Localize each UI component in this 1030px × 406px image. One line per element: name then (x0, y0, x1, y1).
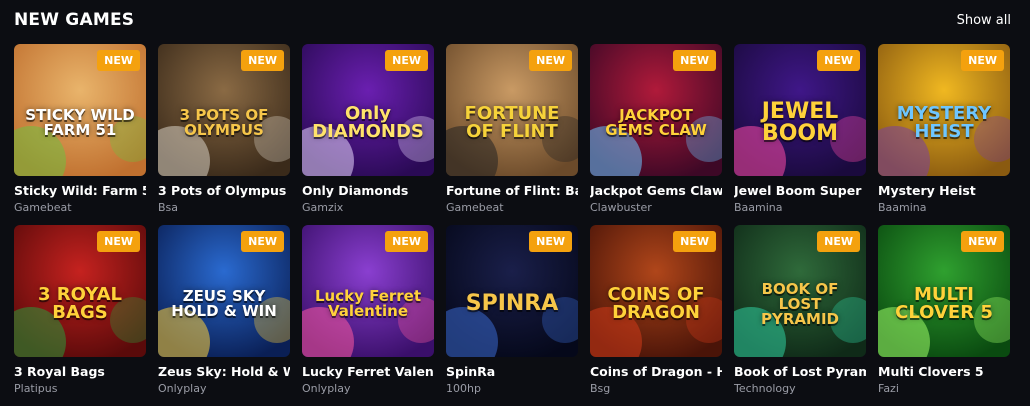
game-card[interactable]: Lucky Ferret Valentine NEW Lucky Ferret Va… (302, 225, 434, 406)
new-badge: NEW (97, 231, 140, 252)
artwork-title: MYSTERY HEIST (896, 103, 992, 142)
artwork-title: STICKY WILD FARM 51 (25, 106, 135, 139)
game-provider: Gamzix (302, 201, 344, 214)
game-thumbnail[interactable]: 3 ROYAL BAGS NEW (14, 225, 146, 357)
new-badge: NEW (673, 231, 716, 252)
artwork-title: ZEUS SKY HOLD & WIN (171, 287, 277, 320)
game-card[interactable]: FORTUNE OF FLINT NEW Fortune of Flint: Ba.… (446, 44, 578, 225)
game-thumbnail[interactable]: JACKPOT GEMS CLAW NEW (590, 44, 722, 176)
new-badge: NEW (241, 231, 284, 252)
artwork-title: JEWEL BOOM (761, 99, 839, 146)
game-provider: Platipus (14, 382, 58, 395)
game-card[interactable]: SPINRA NEW SpinRa 100hp (446, 225, 578, 406)
game-title[interactable]: Multi Clovers 5 (878, 364, 1010, 379)
game-card[interactable]: JACKPOT GEMS CLAW NEW Jackpot Gems Claw Cla… (590, 44, 722, 225)
game-title[interactable]: Book of Lost Pyramid (734, 364, 866, 379)
game-title[interactable]: Jewel Boom Super ... (734, 183, 866, 198)
new-badge: NEW (529, 50, 572, 71)
game-title[interactable]: 3 Royal Bags (14, 364, 146, 379)
game-thumbnail[interactable]: MULTI CLOVER 5 NEW (878, 225, 1010, 357)
game-provider: Onlyplay (302, 382, 351, 395)
game-card[interactable]: COINS OF DRAGON NEW Coins of Dragon - H...… (590, 225, 722, 406)
game-title[interactable]: Only Diamonds (302, 183, 434, 198)
game-thumbnail[interactable]: SPINRA NEW (446, 225, 578, 357)
game-thumbnail[interactable]: BOOK OF LOST PYRAMID NEW (734, 225, 866, 357)
artwork-title: BOOK OF LOST PYRAMID (761, 279, 839, 328)
games-grid: STICKY WILD FARM 51 NEW Sticky Wild: Farm … (14, 44, 1010, 406)
game-provider: Baamina (878, 201, 927, 214)
section-title: NEW GAMES (14, 10, 135, 30)
game-title[interactable]: Mystery Heist (878, 183, 1010, 198)
game-title[interactable]: 3 Pots of Olympus (158, 183, 290, 198)
game-card[interactable]: BOOK OF LOST PYRAMID NEW Book of Lost Pyra… (734, 225, 866, 406)
new-badge: NEW (961, 231, 1004, 252)
game-thumbnail[interactable]: MYSTERY HEIST NEW (878, 44, 1010, 176)
artwork-title: Only DIAMONDS (312, 103, 424, 142)
game-card[interactable]: 3 ROYAL BAGS NEW 3 Royal Bags Platipus (14, 225, 146, 406)
game-card[interactable]: Only DIAMONDS NEW Only Diamonds Gamzix (302, 44, 434, 225)
new-badge: NEW (241, 50, 284, 71)
game-thumbnail[interactable]: ZEUS SKY HOLD & WIN NEW (158, 225, 290, 357)
game-thumbnail[interactable]: COINS OF DRAGON NEW (590, 225, 722, 357)
new-badge: NEW (673, 50, 716, 71)
game-card[interactable]: STICKY WILD FARM 51 NEW Sticky Wild: Farm … (14, 44, 146, 225)
game-card[interactable]: 3 POTS OF OLYMPUS NEW 3 Pots of Olympus Bsa (158, 44, 290, 225)
artwork-title: 3 POTS OF OLYMPUS (179, 106, 269, 139)
game-card[interactable]: ZEUS SKY HOLD & WIN NEW Zeus Sky: Hold & W… (158, 225, 290, 406)
game-provider: Clawbuster (590, 201, 652, 214)
game-thumbnail[interactable]: 3 POTS OF OLYMPUS NEW (158, 44, 290, 176)
game-thumbnail[interactable]: STICKY WILD FARM 51 NEW (14, 44, 146, 176)
artwork-title: COINS OF DRAGON (607, 284, 705, 323)
new-badge: NEW (385, 231, 428, 252)
game-title[interactable]: Jackpot Gems Claw (590, 183, 722, 198)
game-title[interactable]: SpinRa (446, 364, 578, 379)
section-header: NEW GAMES Show all (14, 8, 1011, 32)
new-badge: NEW (97, 50, 140, 71)
new-badge: NEW (529, 231, 572, 252)
game-card[interactable]: MYSTERY HEIST NEW Mystery Heist Baamina (878, 44, 1010, 225)
game-title[interactable]: Coins of Dragon - H... (590, 364, 722, 379)
game-provider: Bsg (590, 382, 611, 395)
game-provider: Onlyplay (158, 382, 207, 395)
game-title[interactable]: Lucky Ferret Valenti... (302, 364, 434, 379)
new-badge: NEW (817, 231, 860, 252)
new-badge: NEW (385, 50, 428, 71)
artwork-title: 3 ROYAL BAGS (37, 284, 123, 323)
game-card[interactable]: MULTI CLOVER 5 NEW Multi Clovers 5 Fazi (878, 225, 1010, 406)
game-provider: Baamina (734, 201, 783, 214)
game-card[interactable]: JEWEL BOOM NEW Jewel Boom Super ... Baamina (734, 44, 866, 225)
artwork-title: SPINRA (465, 291, 559, 316)
artwork-title: FORTUNE OF FLINT (464, 103, 560, 142)
game-provider: Fazi (878, 382, 899, 395)
game-provider: 100hp (446, 382, 481, 395)
game-thumbnail[interactable]: FORTUNE OF FLINT NEW (446, 44, 578, 176)
game-thumbnail[interactable]: Lucky Ferret Valentine NEW (302, 225, 434, 357)
new-badge: NEW (961, 50, 1004, 71)
game-thumbnail[interactable]: JEWEL BOOM NEW (734, 44, 866, 176)
game-provider: Bsa (158, 201, 179, 214)
game-provider: Gamebeat (446, 201, 504, 214)
show-all-link[interactable]: Show all (957, 13, 1011, 28)
artwork-title: MULTI CLOVER 5 (895, 284, 993, 323)
game-title[interactable]: Zeus Sky: Hold & Win (158, 364, 290, 379)
game-provider: Technology (734, 382, 796, 395)
game-title[interactable]: Sticky Wild: Farm 51 (14, 183, 146, 198)
game-title[interactable]: Fortune of Flint: Ba... (446, 183, 578, 198)
new-badge: NEW (817, 50, 860, 71)
game-thumbnail[interactable]: Only DIAMONDS NEW (302, 44, 434, 176)
artwork-title: Lucky Ferret Valentine (314, 287, 422, 320)
game-provider: Gamebeat (14, 201, 72, 214)
artwork-title: JACKPOT GEMS CLAW (605, 106, 707, 139)
